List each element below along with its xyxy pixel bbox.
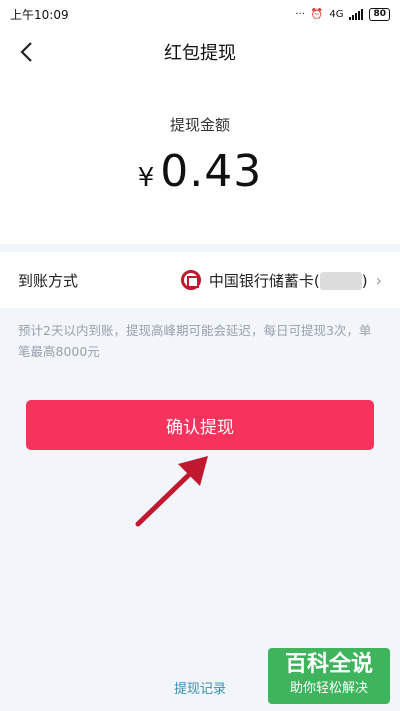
currency-symbol: ¥ (137, 163, 155, 193)
payout-method-row[interactable]: 到账方式 中国银行储蓄卡() › (0, 252, 400, 308)
payout-method-value: 中国银行储蓄卡() › (180, 270, 382, 291)
page-title: 红包提现 (164, 43, 236, 64)
alarm-icon: ⏰ (310, 8, 324, 20)
back-arrow-icon (20, 42, 32, 62)
watermark-sub: 助你轻松解决 (289, 681, 368, 696)
network-type: 4G (329, 8, 344, 20)
battery-icon: 80 (369, 7, 390, 21)
amount-value: ¥ 0.43 (0, 146, 400, 197)
status-icons: ··· ⏰ 4G 80 (295, 7, 390, 21)
header: 红包提现 (0, 28, 400, 76)
signal-icon (349, 8, 364, 20)
amount-section: 提现金额 ¥ 0.43 (0, 76, 400, 244)
status-time: 上午10:09 (10, 7, 69, 22)
amount-label: 提现金额 (169, 116, 230, 134)
back-button[interactable] (12, 38, 40, 66)
watermark-logo: 百科全说 助你轻松解决 (268, 648, 390, 704)
notice-text: 预计2天以内到账，提现高峰期可能会延迟，每日可提现3次，单笔最高8000元 (18, 323, 372, 359)
dots-icon: ··· (295, 8, 305, 20)
watermark-main: 百科全说 (284, 652, 373, 677)
amount-number: 0.43 (160, 146, 263, 197)
bank-name: 中国银行储蓄卡() (208, 271, 368, 290)
chevron-right-icon: › (375, 270, 382, 290)
confirm-withdraw-button[interactable]: 确认提现 (26, 400, 374, 450)
status-bar: 上午10:09 ··· ⏰ 4G 80 (0, 0, 400, 28)
red-arrow-annotation (135, 456, 208, 527)
payout-method-label: 到账方式 (18, 271, 79, 290)
masked-card-number (319, 272, 362, 290)
bank-of-china-icon (180, 270, 201, 290)
